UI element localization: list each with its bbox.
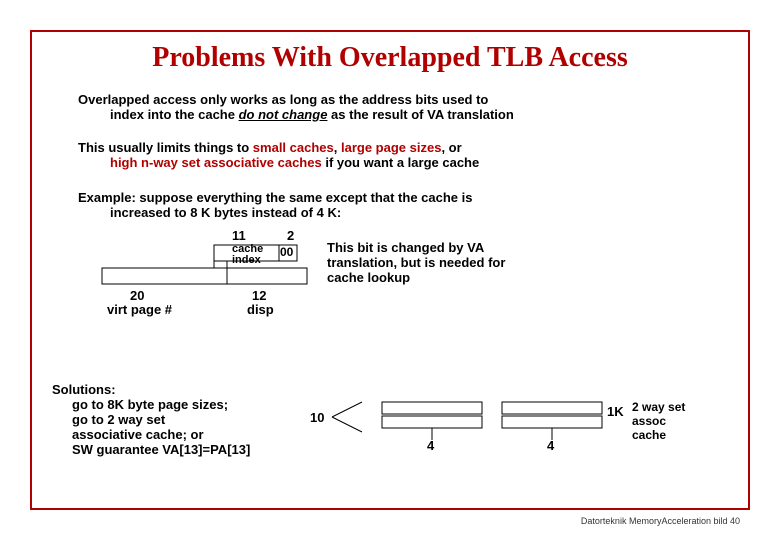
- paragraph-2: This usually limits things to small cach…: [78, 140, 638, 170]
- para1-line1: Overlapped access only works as long as …: [78, 92, 488, 107]
- para2-nway: high n-way set associative caches: [110, 155, 322, 170]
- slide-frame: Problems With Overlapped TLB Access Over…: [30, 30, 750, 510]
- label-2way: 2 way set assoc cache: [632, 400, 702, 442]
- para2a: This usually limits things to: [78, 140, 253, 155]
- bit-changed-note: This bit is changed by VA translation, b…: [327, 240, 527, 285]
- para3b: increased to 8 K bytes instead of 4 K:: [78, 205, 638, 220]
- solution-4: SW guarantee VA[13]=PA[13]: [72, 442, 250, 457]
- label-index: index: [232, 254, 261, 266]
- solution-2: go to 2 way set: [72, 412, 165, 427]
- para1-emph: do not change: [239, 107, 328, 122]
- para2b: ,: [334, 140, 341, 155]
- diagram1-svg: [72, 230, 362, 340]
- label-20: 20: [130, 288, 144, 303]
- label-10: 10: [310, 410, 324, 425]
- address-diagram: 11 2 cache index 00 20 virt page # 12 di…: [72, 230, 362, 340]
- paragraph-1: Overlapped access only works as long as …: [78, 92, 638, 122]
- label-11: 11: [232, 228, 246, 243]
- label-2: 2: [287, 228, 294, 243]
- solution-1: go to 8K byte page sizes;: [72, 397, 228, 412]
- para1-line2b: as the result of VA translation: [327, 107, 513, 122]
- label-00: 00: [280, 245, 293, 259]
- label-4b: 4: [547, 438, 554, 453]
- para2-large: large page sizes: [341, 140, 441, 155]
- label-4a: 4: [427, 438, 434, 453]
- assoc-cache-diagram: 10 4 4 1K 2 way set assoc cache: [312, 392, 692, 472]
- slide-footer: Datorteknik MemoryAcceleration bild 40: [581, 516, 740, 526]
- para2c: , or: [441, 140, 461, 155]
- para1-line2a: index into the cache: [110, 107, 239, 122]
- label-disp: disp: [247, 302, 274, 317]
- solution-3: associative cache; or: [72, 427, 204, 442]
- solutions-block: Solutions: go to 8K byte page sizes; go …: [52, 382, 312, 457]
- label-1k: 1K: [607, 404, 624, 419]
- label-12: 12: [252, 288, 266, 303]
- para2-small: small caches: [253, 140, 334, 155]
- solutions-heading: Solutions:: [52, 382, 116, 397]
- para3a: Example: suppose everything the same exc…: [78, 190, 472, 205]
- slide-title: Problems With Overlapped TLB Access: [32, 42, 748, 74]
- label-virt: virt page #: [107, 302, 172, 317]
- para2e: if you want a large cache: [322, 155, 480, 170]
- paragraph-3: Example: suppose everything the same exc…: [78, 190, 638, 220]
